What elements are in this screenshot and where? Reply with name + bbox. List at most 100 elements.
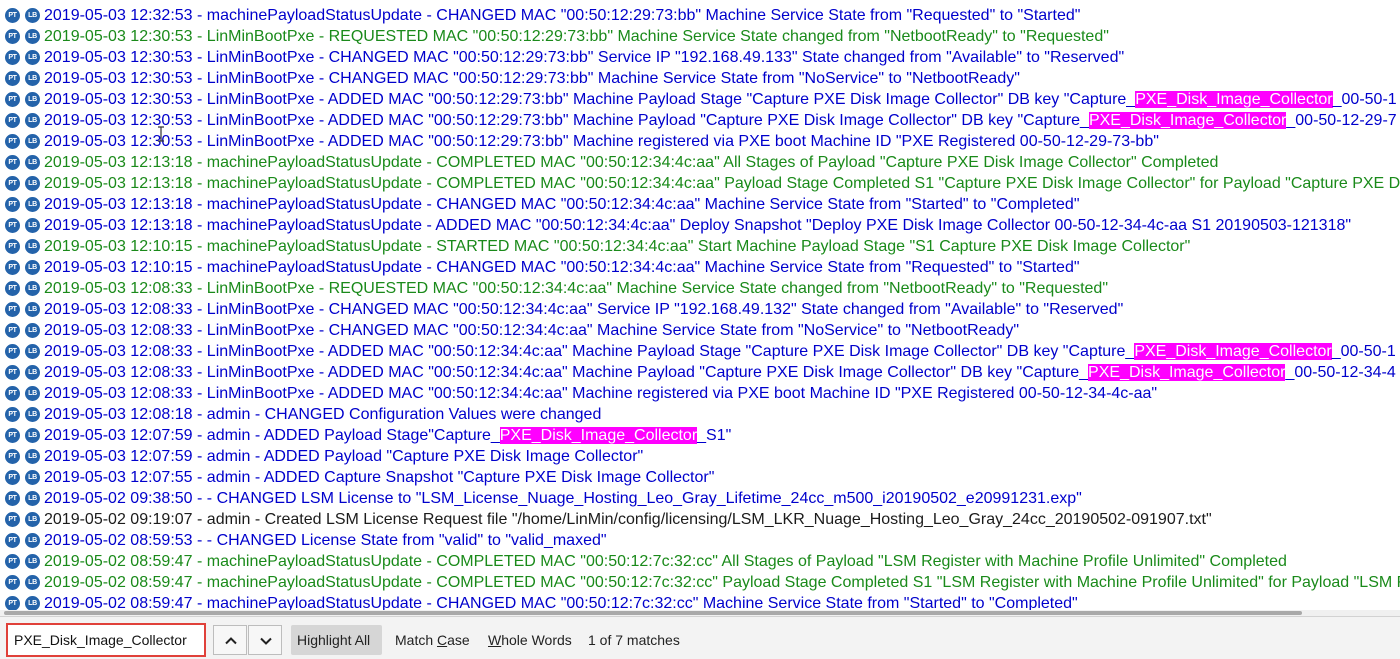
lb-icon: LB bbox=[25, 575, 40, 590]
log-message: 2019-05-03 12:08:33 - LinMinBootPxe - CH… bbox=[44, 320, 1019, 341]
find-previous-button[interactable] bbox=[213, 625, 247, 655]
pt-icon: PT bbox=[5, 365, 20, 380]
pt-icon: PT bbox=[5, 386, 20, 401]
pt-icon: PT bbox=[5, 239, 20, 254]
lb-icon: LB bbox=[25, 302, 40, 317]
chevron-down-icon bbox=[260, 637, 272, 645]
log-message: 2019-05-02 09:38:50 - - CHANGED LSM Lice… bbox=[44, 488, 1082, 509]
log-row: PT LB 2019-05-03 12:07:55 - admin - ADDED … bbox=[0, 467, 1400, 488]
pt-icon: PT bbox=[5, 344, 20, 359]
log-message: 2019-05-03 12:08:33 - LinMinBootPxe - AD… bbox=[44, 383, 1157, 404]
log-row: PT LB 2019-05-02 08:59:47 - machinePayload… bbox=[0, 551, 1400, 572]
log-text: 2019-05-02 08:59:47 - machinePayloadStat… bbox=[44, 595, 1078, 610]
pt-icon: PT bbox=[5, 302, 20, 317]
lb-icon: LB bbox=[25, 407, 40, 422]
lb-icon: LB bbox=[25, 92, 40, 107]
lb-icon: LB bbox=[25, 71, 40, 86]
log-row: PT LB 2019-05-03 12:30:53 - LinMinBootPxe … bbox=[0, 26, 1400, 47]
log-text: 2019-05-03 12:08:18 - admin - CHANGED Co… bbox=[44, 406, 602, 423]
log-message: 2019-05-03 12:30:53 - LinMinBootPxe - CH… bbox=[44, 47, 1124, 68]
find-input[interactable] bbox=[6, 623, 206, 657]
chevron-up-icon bbox=[225, 637, 237, 645]
pt-icon: PT bbox=[5, 218, 20, 233]
lb-icon: LB bbox=[25, 134, 40, 149]
log-text: 2019-05-03 12:30:53 - LinMinBootPxe - CH… bbox=[44, 49, 1125, 66]
pt-icon: PT bbox=[5, 260, 20, 275]
scrollbar-thumb[interactable] bbox=[4, 611, 1302, 615]
pt-icon: PT bbox=[5, 428, 20, 443]
lb-icon: LB bbox=[25, 428, 40, 443]
log-text: _S1" bbox=[697, 427, 732, 444]
search-match-highlight: PXE_Disk_Image_Collector bbox=[1088, 112, 1287, 129]
pt-icon: PT bbox=[5, 596, 20, 610]
log-text: 2019-05-03 12:13:18 - machinePayloadStat… bbox=[44, 196, 1080, 213]
highlight-all-toggle[interactable]: Highlight All bbox=[291, 625, 382, 655]
log-row: PT LB 2019-05-02 09:19:07 - admin - Create… bbox=[0, 509, 1400, 530]
log-row: PT LB 2019-05-03 12:10:15 - machinePayload… bbox=[0, 257, 1400, 278]
log-text: 2019-05-03 12:13:18 - machinePayloadStat… bbox=[44, 175, 1400, 192]
log-row: PT LB 2019-05-03 12:08:33 - LinMinBootPxe … bbox=[0, 278, 1400, 299]
lb-icon: LB bbox=[25, 218, 40, 233]
log-text: 2019-05-03 12:30:53 - LinMinBootPxe - CH… bbox=[44, 70, 1020, 87]
search-match-highlight: PXE_Disk_Image_Collector bbox=[499, 427, 698, 444]
pt-icon: PT bbox=[5, 71, 20, 86]
log-row: PT LB 2019-05-03 12:10:15 - machinePayload… bbox=[0, 236, 1400, 257]
lb-icon: LB bbox=[25, 449, 40, 464]
log-message: 2019-05-03 12:08:33 - LinMinBootPxe - AD… bbox=[44, 341, 1396, 362]
search-match-highlight: PXE_Disk_Image_Collector bbox=[1088, 364, 1286, 381]
log-message: 2019-05-03 12:07:55 - admin - ADDED Capt… bbox=[44, 467, 714, 488]
find-next-button[interactable] bbox=[248, 625, 282, 655]
log-message: 2019-05-03 12:13:18 - machinePayloadStat… bbox=[44, 173, 1400, 194]
pt-icon: PT bbox=[5, 449, 20, 464]
pt-icon: PT bbox=[5, 134, 20, 149]
log-message: 2019-05-03 12:13:18 - machinePayloadStat… bbox=[44, 194, 1080, 215]
log-message: 2019-05-02 08:59:47 - machinePayloadStat… bbox=[44, 572, 1400, 593]
lb-icon: LB bbox=[25, 8, 40, 23]
log-message: 2019-05-03 12:07:59 - admin - ADDED Payl… bbox=[44, 446, 643, 467]
pt-icon: PT bbox=[5, 512, 20, 527]
lb-icon: LB bbox=[25, 512, 40, 527]
log-row: PT LB 2019-05-03 12:13:18 - machinePayload… bbox=[0, 152, 1400, 173]
log-text: 2019-05-03 12:30:53 - LinMinBootPxe - RE… bbox=[44, 28, 1109, 45]
lb-icon: LB bbox=[25, 29, 40, 44]
log-text: 2019-05-03 12:08:33 - LinMinBootPxe - RE… bbox=[44, 280, 1108, 297]
log-row: PT LB 2019-05-03 12:30:53 - LinMinBootPxe … bbox=[0, 47, 1400, 68]
lb-icon: LB bbox=[25, 50, 40, 65]
pt-icon: PT bbox=[5, 50, 20, 65]
log-text: 2019-05-03 12:13:18 - machinePayloadStat… bbox=[44, 217, 1352, 234]
pt-icon: PT bbox=[5, 323, 20, 338]
lb-icon: LB bbox=[25, 596, 40, 610]
lb-icon: LB bbox=[25, 197, 40, 212]
pt-icon: PT bbox=[5, 470, 20, 485]
log-row: PT LB 2019-05-02 08:59:53 - - CHANGED Lice… bbox=[0, 530, 1400, 551]
lb-icon: LB bbox=[25, 155, 40, 170]
log-text: 2019-05-02 09:19:07 - admin - Created LS… bbox=[44, 511, 1212, 528]
log-message: 2019-05-03 12:30:53 - LinMinBootPxe - CH… bbox=[44, 68, 1020, 89]
log-text: 2019-05-03 12:30:53 - LinMinBootPxe - AD… bbox=[44, 91, 1136, 108]
pt-icon: PT bbox=[5, 8, 20, 23]
log-row: PT LB 2019-05-03 12:08:33 - LinMinBootPxe … bbox=[0, 383, 1400, 404]
pt-icon: PT bbox=[5, 554, 20, 569]
log-row: PT LB 2019-05-03 12:13:18 - machinePayload… bbox=[0, 215, 1400, 236]
lb-icon: LB bbox=[25, 113, 40, 128]
log-message: 2019-05-03 12:13:18 - machinePayloadStat… bbox=[44, 152, 1218, 173]
log-message: 2019-05-03 12:08:33 - LinMinBootPxe - RE… bbox=[44, 278, 1108, 299]
log-text: 2019-05-03 12:07:59 - admin - ADDED Payl… bbox=[44, 448, 644, 465]
lb-icon: LB bbox=[25, 260, 40, 275]
pt-icon: PT bbox=[5, 29, 20, 44]
log-text: 2019-05-03 12:08:33 - LinMinBootPxe - AD… bbox=[44, 343, 1135, 360]
log-message: 2019-05-03 12:08:18 - admin - CHANGED Co… bbox=[44, 404, 601, 425]
log-row: PT LB 2019-05-03 12:30:53 - LinMinBootPxe … bbox=[0, 89, 1400, 110]
log-text: _00-50-12-34-4 bbox=[1285, 364, 1396, 381]
log-text: _00-50-12-29-7 bbox=[1286, 112, 1397, 129]
whole-words-toggle[interactable]: Whole Words bbox=[482, 625, 578, 655]
log-message: 2019-05-03 12:08:33 - LinMinBootPxe - AD… bbox=[44, 362, 1396, 383]
log-message: 2019-05-03 12:30:53 - LinMinBootPxe - RE… bbox=[44, 26, 1109, 47]
pt-icon: PT bbox=[5, 533, 20, 548]
log-row: PT LB 2019-05-03 12:08:18 - admin - CHANGE… bbox=[0, 404, 1400, 425]
log-text: 2019-05-03 12:30:53 - LinMinBootPxe - AD… bbox=[44, 133, 1159, 150]
lb-icon: LB bbox=[25, 470, 40, 485]
pt-icon: PT bbox=[5, 176, 20, 191]
match-case-toggle[interactable]: Match Case bbox=[389, 625, 476, 655]
log-row: PT LB 2019-05-03 12:32:53 - machinePayload… bbox=[0, 5, 1400, 26]
